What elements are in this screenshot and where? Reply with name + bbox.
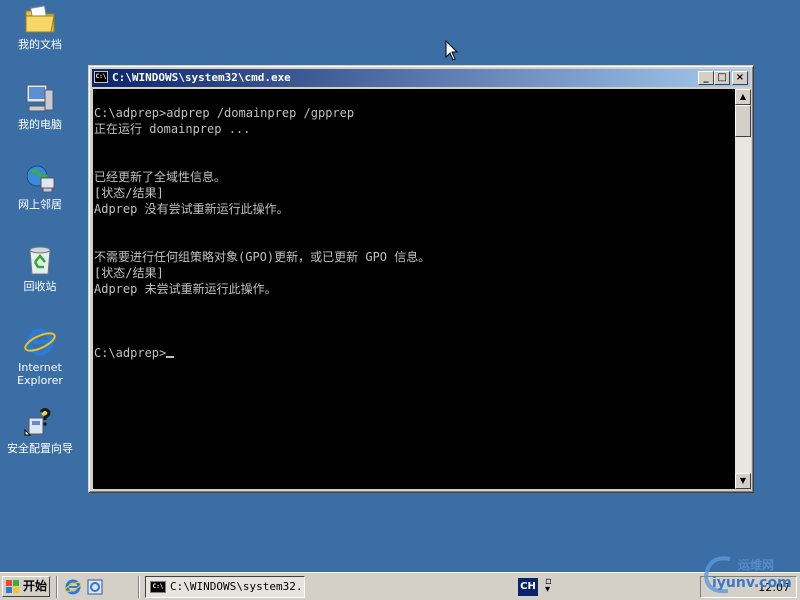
close-button[interactable]: × bbox=[732, 71, 748, 85]
windows-flag-icon bbox=[6, 580, 19, 593]
taskbar-separator bbox=[138, 576, 140, 598]
desktop-icon-my-documents[interactable]: 我的文档 bbox=[0, 2, 80, 51]
desktop-icon-network[interactable]: 网上邻居 bbox=[0, 162, 80, 211]
desktop-icon-label: 安全配置向导 bbox=[7, 442, 73, 455]
console-prompt-line[interactable]: C:\adprep> bbox=[94, 345, 735, 361]
start-label: 开始 bbox=[23, 579, 48, 593]
console-output[interactable]: C:\adprep>adprep /domainprep /gpprep 正在运行… bbox=[93, 89, 735, 489]
cmd-system-icon[interactable]: C:\ bbox=[94, 71, 108, 83]
cmd-task-icon: C:\ bbox=[150, 581, 166, 593]
desktop-icon-my-computer[interactable]: 我的电脑 bbox=[0, 82, 80, 131]
maximize-button[interactable]: □ bbox=[714, 71, 730, 85]
folder-documents-icon bbox=[25, 5, 55, 33]
console-line: [状态/结果] bbox=[94, 266, 164, 280]
start-button[interactable]: 开始 bbox=[2, 576, 50, 597]
taskbar-button-label: C:\WINDOWS\system32... bbox=[170, 580, 305, 593]
console-line: 不需要进行任何组策略对象(GPO)更新，或已更新 GPO 信息。 bbox=[94, 250, 431, 264]
text-cursor bbox=[166, 356, 175, 358]
desktop-icon-label: 回收站 bbox=[23, 280, 57, 293]
quicklaunch-server-icon[interactable] bbox=[86, 578, 104, 596]
window-title: C:\WINDOWS\system32\cmd.exe bbox=[112, 71, 291, 84]
cmd-window[interactable]: C:\ C:\WINDOWS\system32\cmd.exe _ □ × C:… bbox=[88, 65, 754, 493]
taskbar-button-cmd[interactable]: C:\ C:\WINDOWS\system32... bbox=[145, 576, 305, 598]
desktop-icon-internet-explorer[interactable]: Internet Explorer bbox=[0, 325, 80, 387]
console-line: Adprep 未尝试重新运行此操作。 bbox=[94, 282, 277, 296]
taskbar-separator bbox=[56, 576, 58, 598]
computer-icon bbox=[26, 84, 54, 112]
mouse-pointer-icon bbox=[445, 40, 459, 61]
desktop-icon-label: 网上邻居 bbox=[18, 198, 62, 211]
desktop-icon-label: 我的文档 bbox=[18, 38, 62, 51]
system-tray: 12:07 bbox=[700, 576, 797, 598]
scroll-thumb[interactable] bbox=[735, 105, 751, 137]
console-line: C:\adprep>adprep /domainprep /gpprep bbox=[94, 106, 355, 120]
desktop-icon-security-wizard[interactable]: 安全配置向导 bbox=[0, 406, 80, 455]
scroll-up-button[interactable]: ▲ bbox=[735, 89, 751, 105]
security-wizard-icon bbox=[24, 408, 51, 436]
quicklaunch-ie-icon[interactable] bbox=[64, 578, 82, 596]
scroll-down-button[interactable]: ▼ bbox=[735, 473, 751, 489]
console-line: 正在运行 domainprep ... bbox=[94, 122, 251, 136]
minimize-button[interactable]: _ bbox=[698, 71, 714, 85]
watermark-text-cn: 运维网 bbox=[738, 558, 775, 572]
console-line: 已经更新了全域性信息。 bbox=[94, 170, 227, 184]
taskbar: 开始 C:\ C:\WINDOWS\system32... CH ▫ ▾ 12:0… bbox=[0, 572, 800, 600]
vertical-scrollbar[interactable]: ▲ ▼ bbox=[735, 89, 751, 489]
desktop-icon-label: 我的电脑 bbox=[18, 118, 62, 131]
console-line: [状态/结果] bbox=[94, 186, 164, 200]
console-line: Adprep 没有尝试重新运行此操作。 bbox=[94, 202, 289, 216]
desktop-icon-label: Internet Explorer bbox=[17, 361, 63, 387]
clock[interactable]: 12:07 bbox=[758, 581, 790, 594]
title-bar[interactable]: C:\ C:\WINDOWS\system32\cmd.exe _ □ × bbox=[92, 69, 750, 87]
language-indicator[interactable]: CH bbox=[518, 578, 538, 596]
internet-explorer-icon bbox=[24, 328, 56, 356]
desktop-icon-recycle-bin[interactable]: 回收站 bbox=[0, 244, 80, 293]
console-prompt: C:\adprep> bbox=[94, 346, 167, 360]
recycle-bin-icon bbox=[29, 246, 51, 275]
input-method-icon[interactable]: ▫ ▾ bbox=[545, 577, 559, 596]
network-icon bbox=[26, 165, 55, 193]
